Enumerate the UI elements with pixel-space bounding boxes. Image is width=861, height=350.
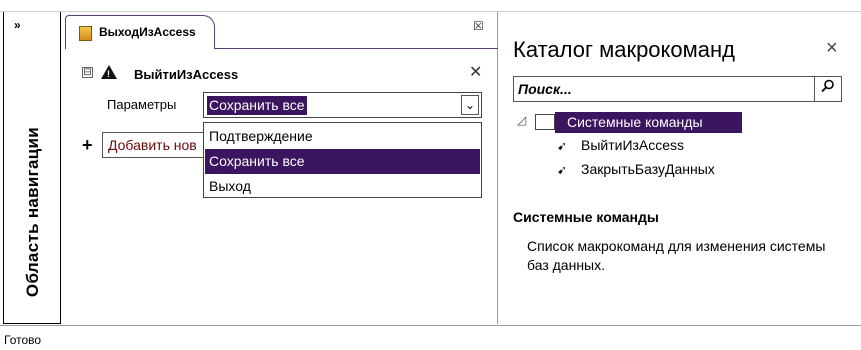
status-bar: Готово — [0, 325, 861, 350]
folder-icon — [535, 114, 555, 130]
action-flag-icon: ➹ — [557, 163, 568, 177]
tree-group-system-commands[interactable]: Системные команды — [555, 112, 742, 133]
add-new-action-text: Добавить нов — [108, 137, 197, 153]
search-icon[interactable] — [814, 77, 841, 101]
parameters-label: Параметры — [107, 97, 177, 112]
add-new-action-select[interactable]: Добавить нов — [102, 132, 212, 158]
status-text: Готово — [4, 333, 42, 347]
expand-nav-button[interactable]: » — [14, 18, 21, 32]
macro-editor: ВыходИзAccess ☒ ⊟ ! ВыйтиИзAccess ✕ Пара… — [62, 12, 498, 324]
delete-action-icon[interactable]: ✕ — [469, 62, 482, 82]
add-icon[interactable]: + — [82, 135, 93, 156]
select-value: Сохранить все — [207, 96, 307, 115]
action-flag-icon: ➹ — [557, 139, 568, 153]
action-catalog: Каталог макрокоманд × Поиск... ◿ Системн… — [499, 12, 858, 324]
tree-item-close-database[interactable]: ➹ ЗакрытьБазуДанных — [557, 161, 715, 177]
tree-expander-icon[interactable]: ◿ — [517, 113, 526, 127]
navigation-pane[interactable]: » Область навигации — [3, 12, 61, 324]
tab-label: ВыходИзAccess — [99, 25, 196, 39]
close-tab-icon[interactable]: ☒ — [473, 19, 484, 33]
description-text: Список макрокоманд для изменения системы… — [527, 238, 826, 273]
search-input[interactable]: Поиск... — [518, 81, 572, 97]
description-title: Системные команды — [513, 209, 659, 225]
options-select[interactable]: Сохранить все ⌄ — [203, 92, 482, 118]
tree-item-label: ВыйтиИзAccess — [581, 137, 685, 153]
catalog-title: Каталог макрокоманд — [513, 37, 735, 62]
option-confirm[interactable]: Подтверждение — [205, 124, 480, 149]
tree-item-label: ЗакрытьБазуДанных — [581, 161, 715, 177]
tab-macro[interactable]: ВыходИзAccess — [65, 15, 215, 49]
dropdown-arrow-icon[interactable]: ⌄ — [461, 95, 479, 115]
warning-mark: ! — [107, 69, 110, 79]
top-strip — [0, 0, 861, 12]
tree-item-quit-access[interactable]: ➹ ВыйтиИзAccess — [557, 137, 684, 153]
macro-scroll-icon — [79, 26, 92, 41]
options-dropdown: Подтверждение Сохранить все Выход — [203, 122, 482, 198]
action-title: ВыйтиИзAccess — [134, 67, 239, 82]
option-exit[interactable]: Выход — [205, 174, 480, 199]
tab-underline — [214, 48, 498, 49]
close-catalog-icon[interactable]: × — [826, 37, 838, 60]
navigation-pane-title: Область навигации — [23, 126, 42, 298]
collapse-action-icon[interactable]: ⊟ — [82, 67, 93, 78]
option-save-all[interactable]: Сохранить все — [205, 149, 480, 174]
search-box[interactable]: Поиск... — [513, 76, 842, 102]
